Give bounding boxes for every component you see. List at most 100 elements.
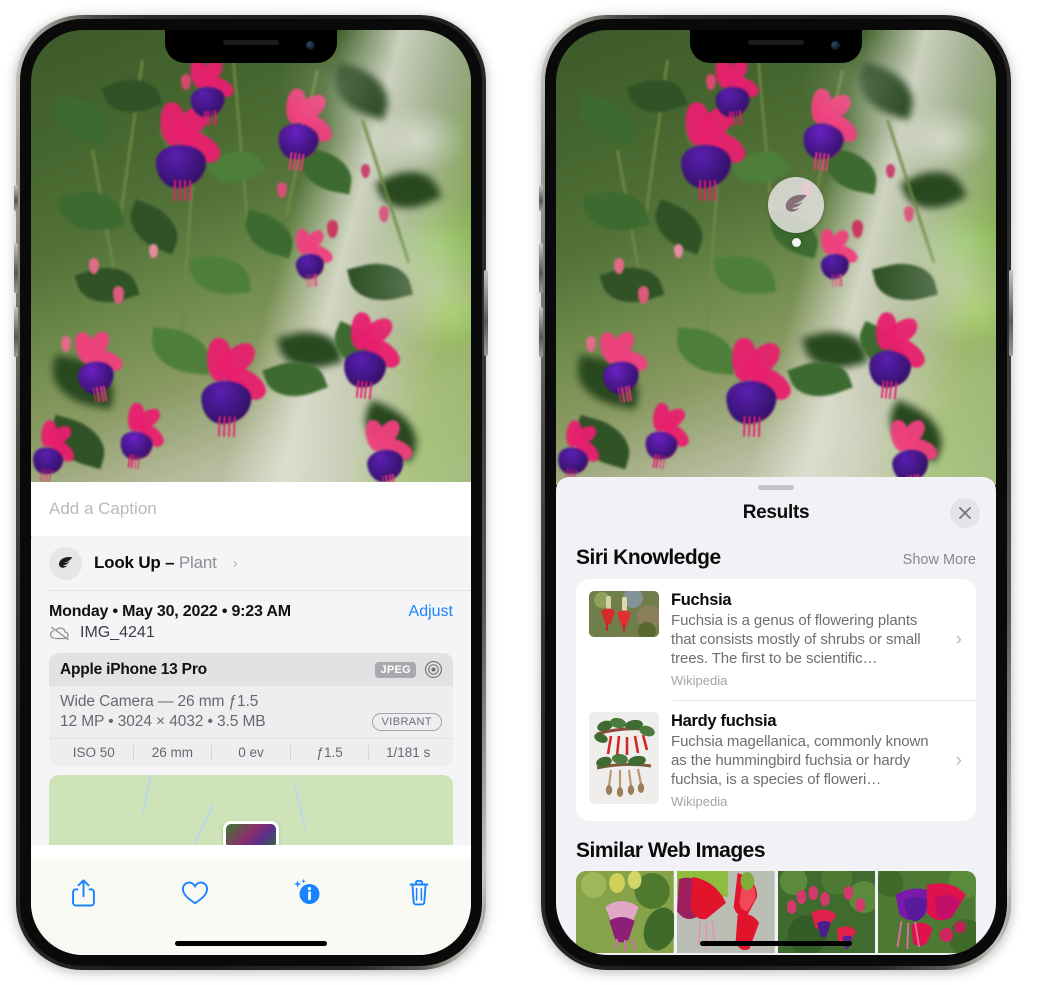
heart-icon[interactable] (173, 873, 217, 913)
home-indicator[interactable] (700, 941, 852, 946)
photo-fuchsia-basket[interactable] (31, 30, 471, 490)
camera-device-name: Apple iPhone 13 Pro (60, 660, 207, 678)
siri-knowledge-cards: Fuchsia Fuchsia is a genus of flowering … (576, 579, 976, 822)
iphone-right-device: Results Siri Knowledge Show More Fuchsia… (539, 15, 1013, 970)
screenshot-stage: Add a Caption ✦ ✦ Look (0, 0, 1055, 985)
earpiece-speaker (748, 40, 804, 45)
size-info-row: 12 MP • 3024 × 4032 • 3.5 MB VIBRANT (60, 713, 442, 731)
iphone-left-device: Add a Caption ✦ ✦ Look (14, 15, 488, 970)
subject-anchor-dot (792, 238, 801, 247)
photographic-style-badge: VIBRANT (371, 713, 442, 731)
flower-bud (638, 286, 649, 304)
list-item[interactable]: Fuchsia Fuchsia is a genus of flowering … (576, 579, 976, 700)
result-thumbnail (589, 712, 659, 805)
map-river (293, 781, 308, 831)
result-body: Hardy fuchsia Fuchsia magellanica, commo… (671, 712, 944, 809)
caption-input[interactable]: Add a Caption (31, 482, 471, 536)
photo-filename: IMG_4241 (80, 624, 155, 641)
look-up-label: Look Up – Plant (94, 553, 217, 573)
notch (165, 30, 337, 63)
look-up-title: Look Up (94, 553, 161, 572)
flower-bud (327, 220, 338, 238)
result-source: Wikipedia (671, 673, 728, 689)
exif-card: Apple iPhone 13 Pro JPEG Wide Camera — 2… (49, 653, 453, 766)
exif-body: Wide Camera — 26 mm ƒ1.5 12 MP • 3024 × … (49, 686, 453, 738)
map-photo-pin[interactable] (223, 821, 279, 845)
siri-knowledge-title: Siri Knowledge (576, 546, 721, 569)
result-thumbnail (589, 591, 659, 637)
left-bezel: Add a Caption ✦ ✦ Look (20, 19, 482, 966)
exif-stat: ISO 50 (55, 745, 134, 760)
siri-knowledge-header: Siri Knowledge Show More (556, 536, 996, 579)
results-title: Results (742, 502, 810, 523)
date-row: Monday • May 30, 2022 • 9:23 AM Adjust (31, 591, 471, 623)
earpiece-speaker (223, 40, 279, 45)
result-body: Fuchsia Fuchsia is a genus of flowering … (671, 591, 944, 688)
show-more-button[interactable]: Show More (903, 552, 976, 568)
mute-switch[interactable] (539, 185, 543, 211)
lens-info: Wide Camera — 26 mm ƒ1.5 (60, 693, 259, 710)
exif-stat: 26 mm (134, 745, 213, 760)
look-up-dash: – (165, 553, 175, 572)
volume-down-button[interactable] (539, 307, 543, 357)
result-title: Fuchsia (671, 591, 732, 609)
format-badge: JPEG (375, 661, 416, 678)
result-description: Fuchsia magellanica, commonly known as t… (671, 733, 929, 789)
power-button[interactable] (484, 270, 488, 356)
look-up-row[interactable]: ✦ ✦ Look Up – Plant (31, 530, 471, 590)
adjust-button[interactable]: Adjust (409, 603, 453, 621)
chevron-right-icon: › (232, 554, 238, 572)
list-item[interactable]: Hardy fuchsia Fuchsia magellanica, commo… (576, 700, 976, 821)
leaf-icon[interactable] (768, 177, 824, 233)
result-title: Hardy fuchsia (671, 712, 777, 731)
look-up-subject: Plant (178, 553, 217, 572)
exif-header-badges: JPEG (375, 660, 443, 679)
sparkle-icon-large: ✦ (31, 530, 35, 545)
results-header: Results (556, 490, 996, 536)
caption-placeholder: Add a Caption (49, 499, 157, 518)
front-camera-icon (831, 41, 840, 50)
cloud-slash-icon (50, 626, 69, 641)
results-sheet: Results Siri Knowledge Show More Fuchsia… (556, 477, 996, 955)
similar-web-images-title: Similar Web Images (576, 839, 766, 863)
chevron-right-icon: › (955, 628, 962, 650)
web-image-thumbnail[interactable] (876, 871, 976, 954)
right-screen: Results Siri Knowledge Show More Fuchsia… (556, 30, 996, 955)
chevron-right-icon: › (955, 749, 962, 771)
exif-stat: ƒ1.5 (291, 745, 370, 760)
photo-date: Monday • May 30, 2022 • 9:23 AM (49, 603, 291, 620)
similar-web-images-header: Similar Web Images (556, 821, 996, 871)
notch (690, 30, 862, 63)
share-icon[interactable] (61, 873, 105, 913)
exif-header: Apple iPhone 13 Pro JPEG (49, 653, 453, 686)
photo-fuchsia-basket[interactable] (556, 30, 996, 485)
map-river (193, 804, 214, 844)
exif-stat: 1/181 s (386, 745, 431, 760)
front-camera-icon (306, 41, 315, 50)
trash-icon[interactable] (397, 873, 441, 913)
lookup-block: ✦ ✦ Look Up – Plant (31, 530, 471, 845)
result-description: Fuchsia is a genus of flowering plants t… (671, 612, 921, 668)
info-sparkle-icon[interactable] (285, 873, 329, 913)
map-river (141, 775, 153, 813)
power-button[interactable] (1009, 270, 1013, 356)
volume-up-button[interactable] (14, 243, 18, 293)
flower-bud (852, 220, 863, 238)
close-icon[interactable] (950, 498, 980, 528)
exif-stat: 0 ev (212, 745, 291, 760)
mute-switch[interactable] (14, 185, 18, 211)
filename-row: IMG_4241 (31, 623, 471, 653)
exif-stats-row: ISO 50 26 mm 0 ev ƒ1.5 1/181 s (49, 738, 453, 766)
left-screen: Add a Caption ✦ ✦ Look (31, 30, 471, 955)
size-info: 12 MP • 3024 × 4032 • 3.5 MB (60, 713, 266, 730)
result-source: Wikipedia (671, 794, 728, 810)
location-map[interactable] (49, 775, 453, 845)
home-indicator[interactable] (175, 941, 327, 946)
right-bezel: Results Siri Knowledge Show More Fuchsia… (545, 19, 1007, 966)
aperture-icon (425, 661, 442, 678)
leaf-icon (49, 546, 82, 580)
web-image-thumbnail[interactable] (576, 871, 677, 954)
flower-bud (113, 286, 124, 304)
volume-up-button[interactable] (539, 243, 543, 293)
volume-down-button[interactable] (14, 307, 18, 357)
